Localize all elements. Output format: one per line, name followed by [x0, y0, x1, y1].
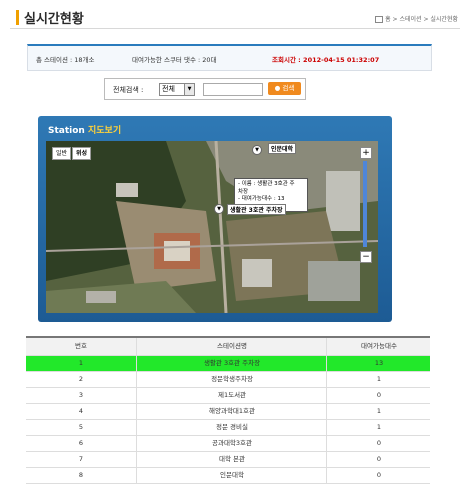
breadcrumb: 홈 > 스테이션 > 실시간현황 [375, 14, 458, 23]
map-type-normal[interactable]: 일반 [52, 147, 72, 160]
map-imagery [46, 141, 378, 313]
map-label-dorm3: 생활관 3호관 주차장 [227, 204, 286, 215]
table-row[interactable]: 6 공과대학3호관 0 [26, 436, 430, 452]
table-row[interactable]: 1 생활관 3호관 주차장 13 [26, 356, 430, 372]
search-box: 전체검색 : 전체 ▼ ● 검색 [104, 78, 306, 100]
station-table: 번호 스테이션명 대여가능대수 1 생활관 3호관 주차장 13 2 정문학생주차장 1… [26, 336, 430, 484]
table-row[interactable]: 4 해양과학대1호관 1 [26, 404, 430, 420]
available-count: 대여가능한 스쿠터 댓수 : 20대 [132, 56, 217, 64]
query-time: 조회시간 : 2012-04-15 01:32:07 [272, 56, 380, 64]
station-count: 총 스테이션 : 18개소 [36, 56, 95, 64]
zoom-out-button[interactable]: − [360, 251, 372, 263]
zoom-slider[interactable] [363, 161, 367, 247]
station-marker-icon[interactable]: ▼ [214, 204, 224, 214]
zoom-in-button[interactable]: + [360, 147, 372, 159]
station-marker-icon[interactable]: ▼ [252, 145, 262, 155]
map-panel: Station 지도보기 일반 위성 + − ▼ 인문대학 - 이름: 생활관… [38, 116, 392, 322]
zoom-control: + − [360, 147, 372, 263]
map-label-inmun: 인문대학 [268, 143, 297, 154]
page-title: 실시간현황 [24, 12, 84, 27]
home-icon [375, 16, 384, 23]
header-available: 대여가능대수 [326, 338, 431, 355]
map-type-satellite[interactable]: 위성 [72, 147, 92, 160]
title-bar: 실시간현황 홈 > 스테이션 > 실시간현황 [10, 6, 460, 29]
search-button[interactable]: ● 검색 [268, 82, 301, 95]
title-marker [16, 10, 19, 25]
search-select[interactable]: 전체 ▼ [159, 83, 195, 96]
chevron-down-icon[interactable]: ▼ [184, 84, 194, 95]
breadcrumb-station[interactable]: 스테이션 [399, 16, 421, 23]
table-row[interactable]: 5 정문 경비실 1 [26, 420, 430, 436]
satellite-map[interactable]: 일반 위성 + − ▼ 인문대학 - 이름 : 생활관 3호관 주 차장 - 대… [46, 141, 378, 313]
search-input[interactable] [203, 83, 263, 96]
header-no: 번호 [75, 342, 87, 350]
table-row[interactable]: 8 인문대학 0 [26, 468, 430, 484]
table-row[interactable]: 7 대학 본관 0 [26, 452, 430, 468]
table-row[interactable]: 2 정문학생주차장 1 [26, 372, 430, 388]
search-icon: ● [274, 84, 281, 92]
breadcrumb-current: 실시간현황 [430, 16, 458, 23]
search-label: 전체검색 : [113, 86, 144, 94]
table-header: 번호 스테이션명 대여가능대수 [26, 338, 430, 356]
map-title: Station 지도보기 [48, 126, 122, 136]
breadcrumb-home[interactable]: 홈 [385, 16, 391, 23]
table-row[interactable]: 3 제1도서관 0 [26, 388, 430, 404]
header-station: 스테이션명 [136, 338, 327, 355]
summary-bar: 총 스테이션 : 18개소 대여가능한 스쿠터 댓수 : 20대 조회시간 : … [27, 44, 432, 71]
